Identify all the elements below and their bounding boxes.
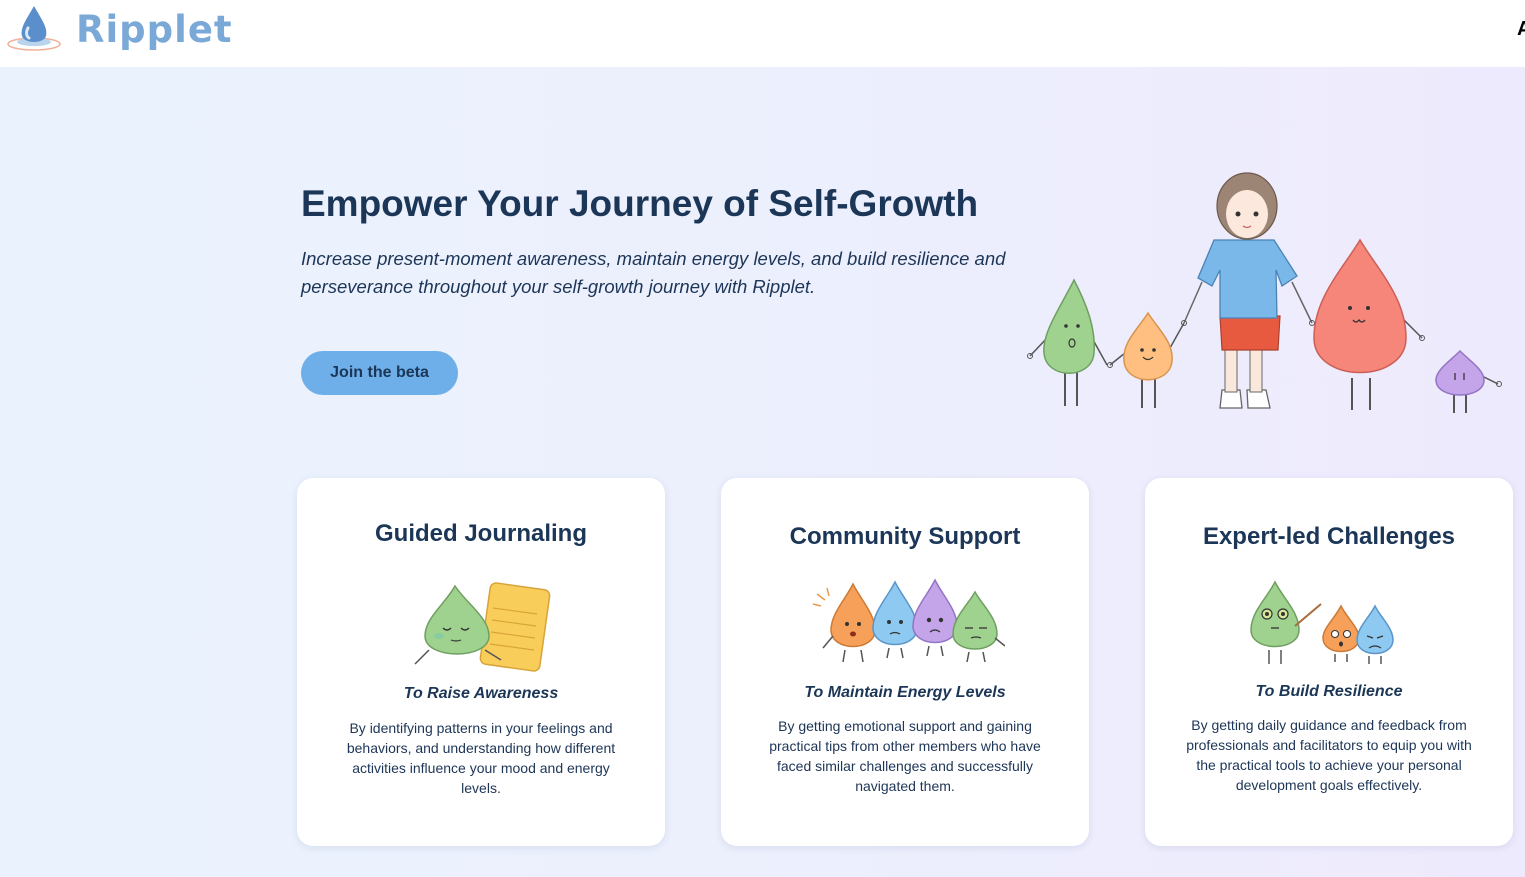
brand-logo[interactable]: Ripplet xyxy=(6,4,232,54)
card-title: Community Support xyxy=(789,523,1021,550)
nav-item-truncated[interactable]: A xyxy=(1517,18,1525,41)
feature-card-guided-journaling: Guided Journaling To Raise Awareness By … xyxy=(297,478,665,846)
orange-drop-character xyxy=(1107,311,1185,408)
card-tagline: To Build Resilience xyxy=(1255,683,1403,700)
challenges-drops-illustration xyxy=(1250,580,1394,664)
girl-character xyxy=(1181,172,1315,409)
green-drop-character xyxy=(1027,278,1108,406)
top-nav: Ripplet A xyxy=(0,0,1525,67)
card-tagline: To Maintain Energy Levels xyxy=(804,684,1006,701)
community-drops-illustration xyxy=(812,578,1005,663)
card-description: By getting daily guidance and feedback f… xyxy=(1186,717,1472,793)
brand-name: Ripplet xyxy=(76,8,233,51)
card-title: Guided Journaling xyxy=(374,520,587,547)
notepad-icon xyxy=(479,582,551,672)
purple-drop-character xyxy=(1435,349,1502,413)
feature-card-expert-led-challenges: Expert-led Challenges To Build Resilienc… xyxy=(1145,478,1513,846)
card-description: By identifying patterns in your feelings… xyxy=(346,720,616,796)
hero-subtitle: Increase present-moment awareness, maint… xyxy=(301,248,1006,297)
join-beta-button[interactable]: Join the beta xyxy=(301,351,458,395)
hero-title: Empower Your Journey of Self-Growth xyxy=(301,183,979,224)
red-drop-character xyxy=(1313,238,1425,410)
feature-card-community-support: Community Support To Maintain Energy Lev… xyxy=(721,478,1089,846)
hero-family-illustration xyxy=(1027,172,1502,413)
card-title: Expert-led Challenges xyxy=(1202,523,1456,550)
card-tagline: To Raise Awareness xyxy=(403,685,559,702)
water-drop-logo-icon xyxy=(7,6,61,51)
card-description: By getting emotional support and gaining… xyxy=(769,718,1041,794)
journaling-drop-illustration xyxy=(414,582,551,672)
